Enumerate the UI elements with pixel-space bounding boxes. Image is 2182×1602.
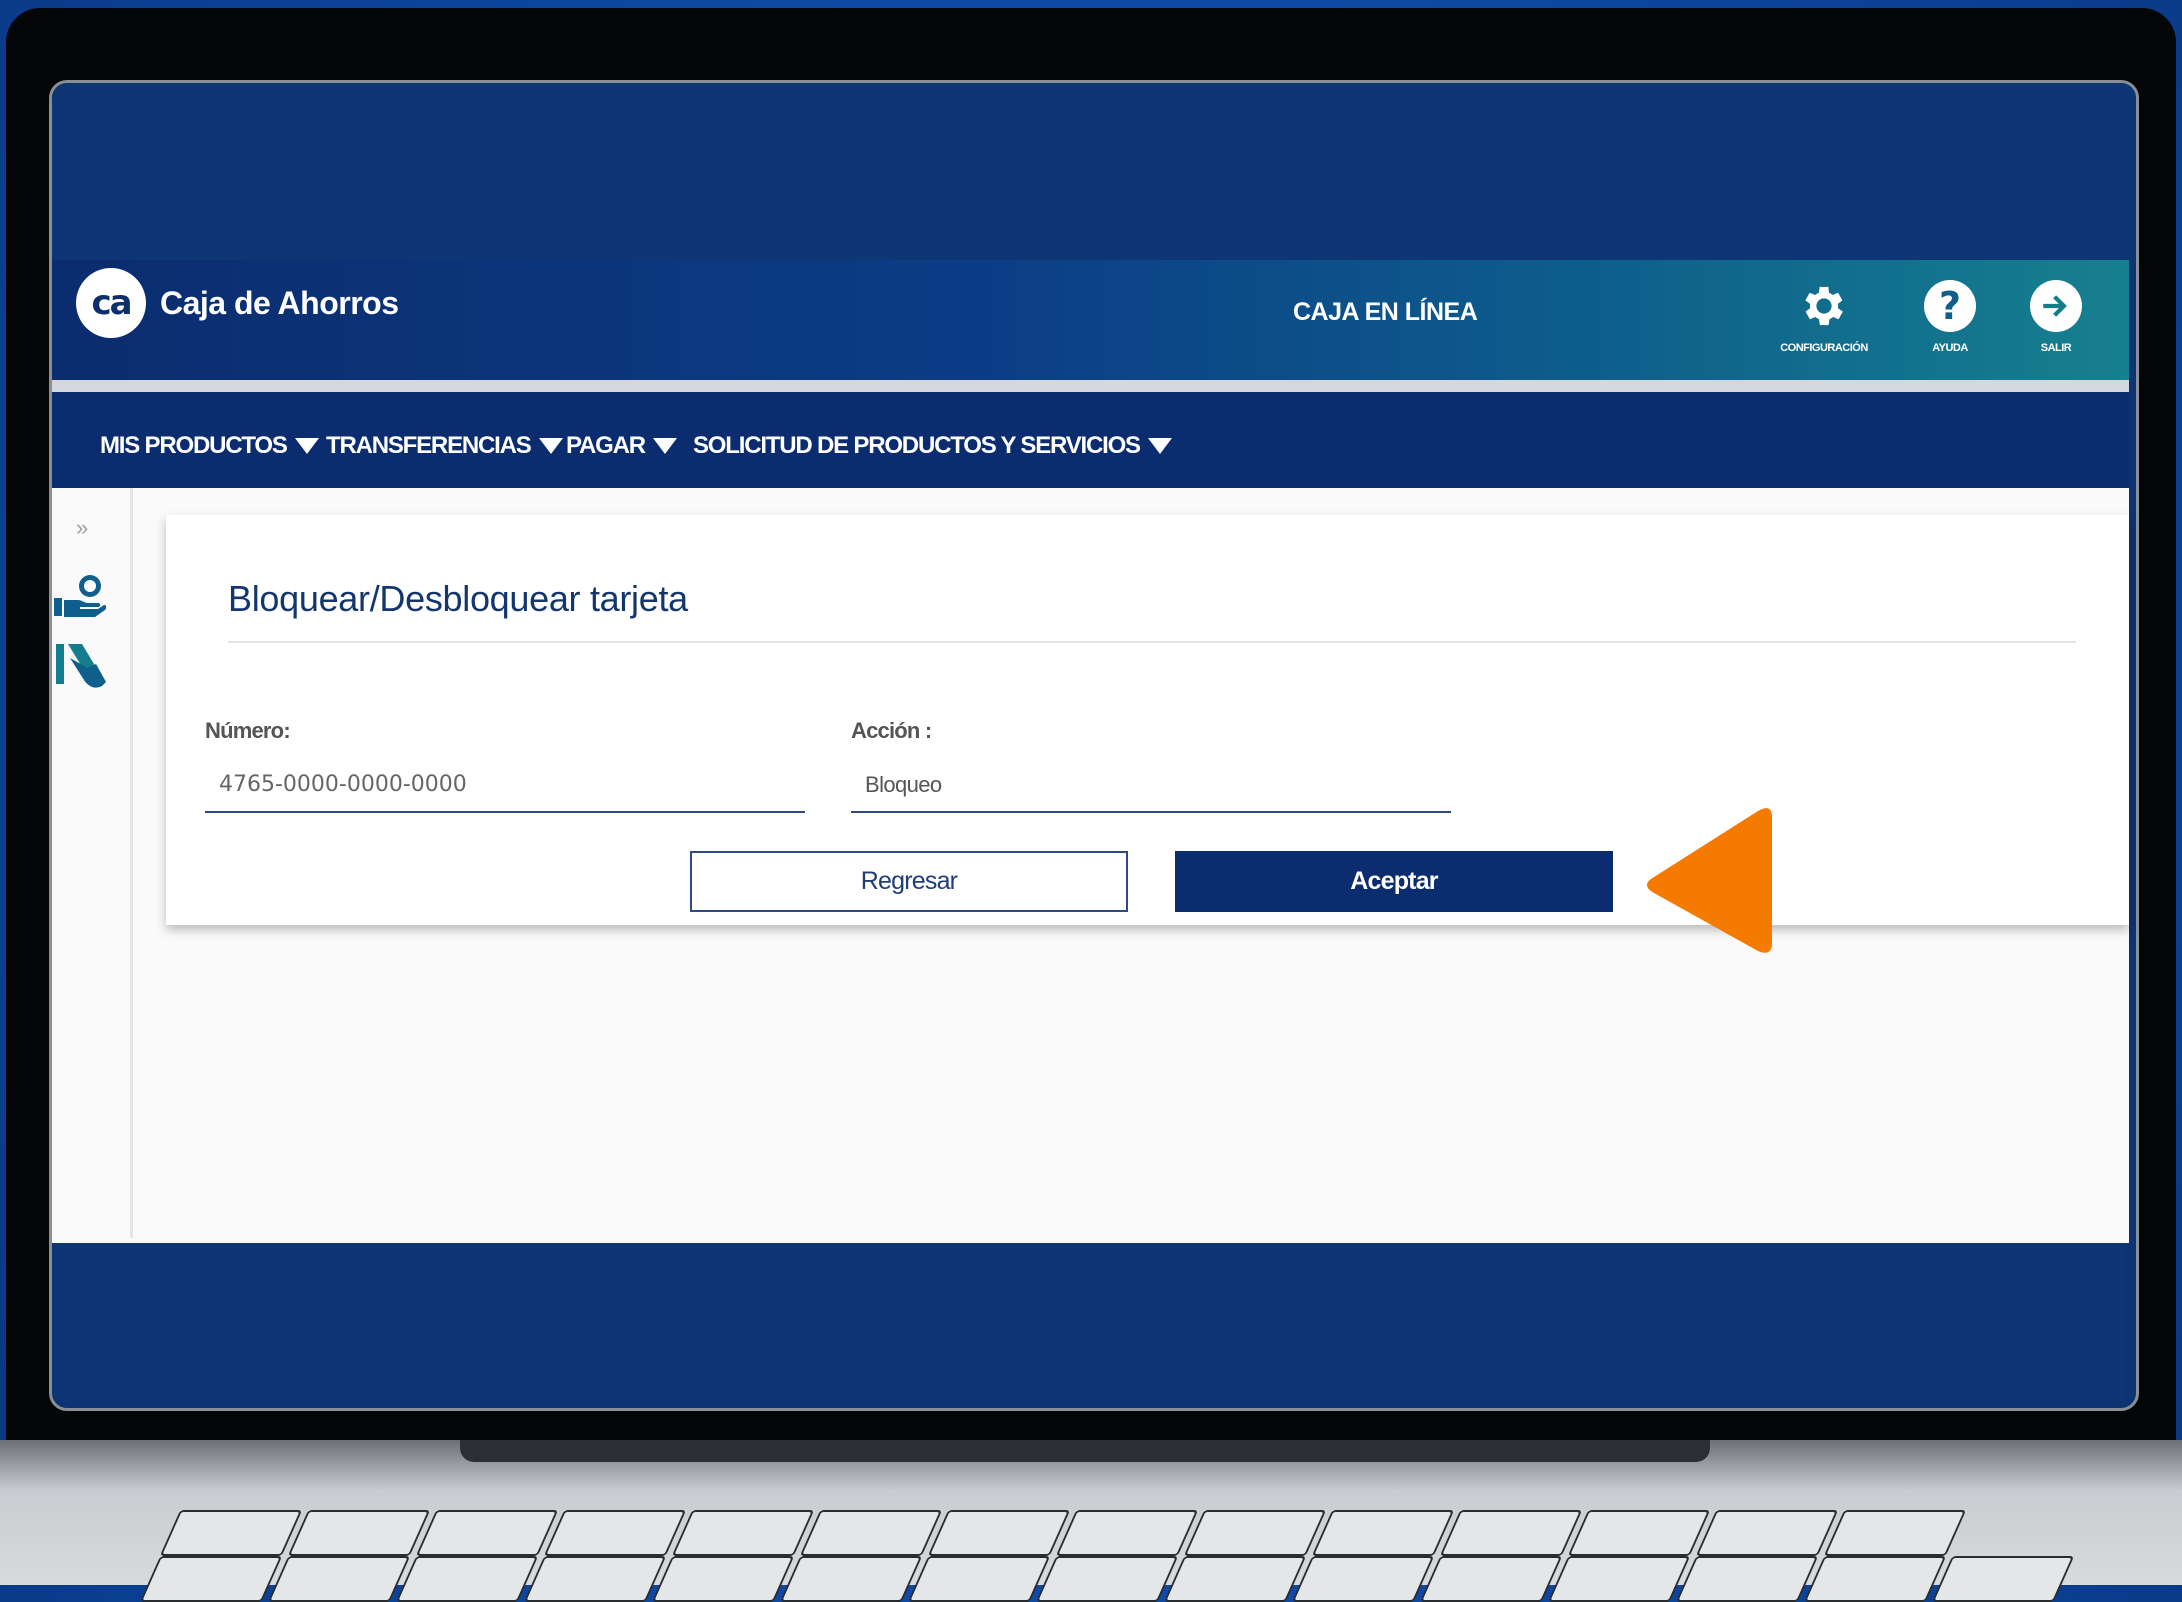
nav-label: TRANSFERENCIAS bbox=[326, 432, 532, 459]
help-icon: ? bbox=[1924, 280, 1976, 332]
laptop-hinge bbox=[460, 1440, 1710, 1462]
keyboard-key bbox=[799, 1510, 943, 1556]
keyboard-key bbox=[1931, 1556, 2075, 1602]
keyboard-key bbox=[1419, 1556, 1563, 1602]
keyboard-key bbox=[287, 1510, 431, 1556]
keyboard-key bbox=[395, 1556, 539, 1602]
keyboard-key bbox=[267, 1556, 411, 1602]
header-center-title: CAJA EN LÍNEA bbox=[1293, 298, 1478, 326]
logo-text: ca bbox=[91, 283, 132, 323]
caret-down-icon bbox=[1147, 438, 1172, 454]
config-button[interactable]: CONFIGURACIÓN bbox=[1774, 280, 1874, 354]
nav-label: MIS PRODUCTOS bbox=[100, 432, 288, 459]
keyboard-key bbox=[1163, 1556, 1307, 1602]
help-button[interactable]: ? AYUDA bbox=[1900, 280, 2000, 354]
form-card bbox=[166, 515, 2129, 925]
keyboard-key bbox=[415, 1510, 559, 1556]
numero-underline bbox=[205, 811, 805, 813]
keyboard-key bbox=[1035, 1556, 1179, 1602]
keyboard-key bbox=[779, 1556, 923, 1602]
accion-select[interactable]: Bloqueo bbox=[865, 772, 942, 798]
caret-down-icon bbox=[538, 438, 563, 454]
keyboard-key bbox=[671, 1510, 815, 1556]
keyboard-key bbox=[1823, 1510, 1967, 1556]
screen-bottom-band bbox=[55, 1243, 2126, 1401]
screen-top-band bbox=[52, 83, 2136, 263]
hand-money-icon[interactable] bbox=[54, 572, 110, 622]
page-title: Bloquear/Desbloquear tarjeta bbox=[228, 578, 688, 619]
numero-label: Número: bbox=[205, 718, 291, 743]
nav-transferencias[interactable]: TRANSFERENCIAS bbox=[326, 432, 563, 460]
accion-label: Acción : bbox=[851, 718, 932, 743]
numero-field[interactable]: 4765-0000-0000-0000 bbox=[219, 772, 467, 797]
nav-label: SOLICITUD DE PRODUCTOS Y SERVICIOS bbox=[693, 432, 1141, 459]
keyboard-key bbox=[1803, 1556, 1947, 1602]
nav-pagar[interactable]: PAGAR bbox=[566, 432, 677, 460]
aceptar-button[interactable]: Aceptar bbox=[1175, 851, 1613, 912]
keyboard-key bbox=[651, 1556, 795, 1602]
keyboard-key bbox=[907, 1556, 1051, 1602]
nav-mis-productos[interactable]: MIS PRODUCTOS bbox=[100, 432, 319, 460]
config-label: CONFIGURACIÓN bbox=[1780, 342, 1868, 354]
header-separator bbox=[52, 380, 2129, 392]
caret-down-icon bbox=[294, 438, 319, 454]
keyboard-key bbox=[543, 1510, 687, 1556]
keyboard-key bbox=[1547, 1556, 1691, 1602]
pointer-arrow-icon bbox=[1647, 808, 1772, 953]
keyboard-key bbox=[1291, 1556, 1435, 1602]
regresar-button[interactable]: Regresar bbox=[690, 851, 1128, 912]
exit-label: SALIR bbox=[2040, 342, 2072, 354]
nav-solicitud[interactable]: SOLICITUD DE PRODUCTOS Y SERVICIOS bbox=[693, 432, 1172, 460]
keyboard-key bbox=[1311, 1510, 1455, 1556]
keyboard-key bbox=[523, 1556, 667, 1602]
keyboard-key bbox=[139, 1556, 283, 1602]
exit-icon bbox=[2030, 280, 2082, 332]
keyboard-key bbox=[927, 1510, 1071, 1556]
keyboard-key bbox=[1695, 1510, 1839, 1556]
keyboard-key bbox=[1183, 1510, 1327, 1556]
help-label: AYUDA bbox=[1932, 342, 1968, 354]
exit-button[interactable]: SALIR bbox=[2006, 280, 2106, 354]
keyboard-key bbox=[159, 1510, 303, 1556]
keyboard-row bbox=[139, 1556, 2075, 1602]
title-divider bbox=[228, 641, 2076, 643]
gear-icon bbox=[1798, 280, 1850, 332]
caret-down-icon bbox=[652, 438, 677, 454]
logo[interactable]: ca bbox=[76, 268, 146, 338]
keyboard-key bbox=[1055, 1510, 1199, 1556]
keyboard-key bbox=[1675, 1556, 1819, 1602]
keyboard-row bbox=[159, 1510, 1967, 1556]
expand-icon[interactable]: » bbox=[76, 515, 88, 541]
accion-underline bbox=[851, 811, 1451, 813]
brand-name: Caja de Ahorros bbox=[160, 285, 399, 321]
nav-label: PAGAR bbox=[566, 432, 646, 459]
keyboard-key bbox=[1439, 1510, 1583, 1556]
keyboard-key bbox=[1567, 1510, 1711, 1556]
card-hand-icon[interactable] bbox=[54, 640, 110, 695]
